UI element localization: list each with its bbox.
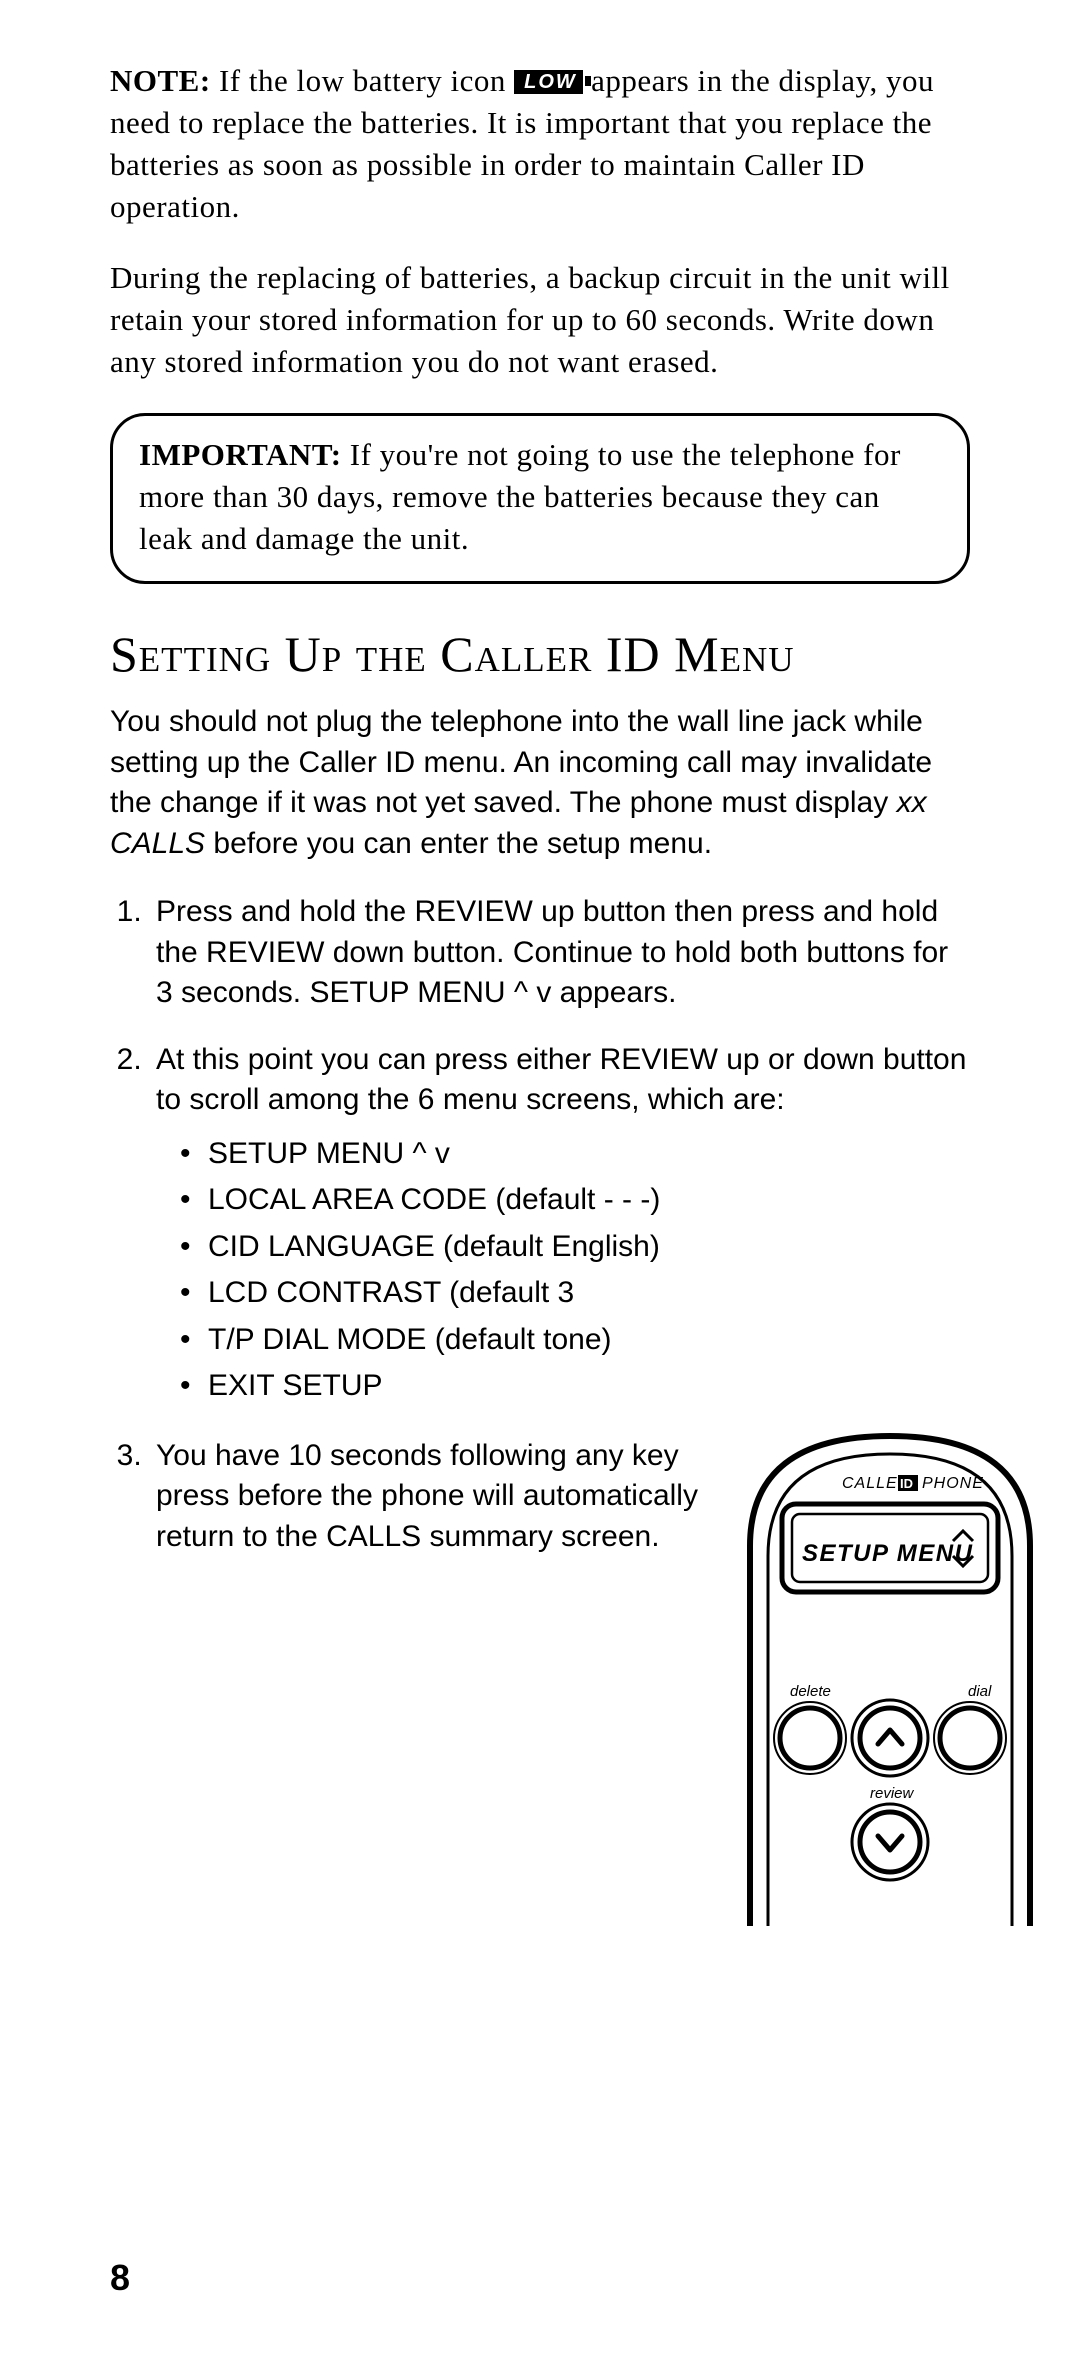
intro-paragraph: You should not plug the telephone into t… — [110, 702, 970, 864]
step1-b: appears. — [551, 976, 676, 1009]
note-before-icon: If the low battery icon — [211, 63, 514, 98]
note-label: NOTE: — [110, 63, 211, 98]
phone-label-delete: delete — [790, 1683, 831, 1700]
list-item: T/P DIAL MODE (default tone) — [184, 1317, 970, 1364]
note-paragraph: NOTE: If the low battery icon LOW appear… — [110, 60, 970, 227]
list-item: LCD CONTRAST (default 3 — [184, 1270, 970, 1317]
page-number: 8 — [110, 2257, 130, 2299]
important-callout: IMPORTANT: If you're not going to use th… — [110, 413, 970, 585]
low-battery-icon: LOW — [514, 70, 583, 94]
list-item: LOCAL AREA CODE (default - - -) — [184, 1177, 970, 1224]
step3-b: summary screen. — [421, 1520, 659, 1553]
list-item: CID LANGUAGE (default English) — [184, 1224, 970, 1271]
step2-text: At this point you can press either REVIE… — [156, 1043, 966, 1117]
intro-a: You should not plug the telephone into t… — [110, 705, 932, 819]
phone-brand-right: PHONE — [922, 1475, 984, 1492]
step-2: At this point you can press either REVIE… — [150, 1040, 970, 1410]
step-3: You have 10 seconds following any key pr… — [150, 1436, 970, 1938]
phone-illustration: CALLER ID PHONE SETUP MENU — [720, 1426, 1060, 1938]
step1-ital: SETUP MENU ^ v — [309, 976, 551, 1009]
phone-label-review: review — [870, 1785, 915, 1802]
list-item: SETUP MENU ^ v — [184, 1131, 970, 1178]
list-item: EXIT SETUP — [184, 1363, 970, 1410]
phone-brand-id: ID — [900, 1476, 913, 1491]
steps-list: Press and hold the REVIEW up button then… — [110, 892, 970, 1937]
phone-lcd-text: SETUP MENU — [802, 1540, 973, 1567]
important-label: IMPORTANT: — [139, 437, 342, 472]
battery-backup-paragraph: During the replacing of batteries, a bac… — [110, 257, 970, 383]
intro-b: before you can enter the setup menu. — [205, 827, 712, 860]
menu-bullets: SETUP MENU ^ v LOCAL AREA CODE (default … — [156, 1131, 970, 1410]
phone-label-dial: dial — [968, 1683, 992, 1700]
phone-icon: CALLER ID PHONE SETUP MENU — [720, 1426, 1060, 1926]
section-heading: Setting Up the Caller ID Menu — [110, 624, 970, 684]
step3-ital: CALLS — [326, 1520, 421, 1553]
step-1: Press and hold the REVIEW up button then… — [150, 892, 970, 1014]
